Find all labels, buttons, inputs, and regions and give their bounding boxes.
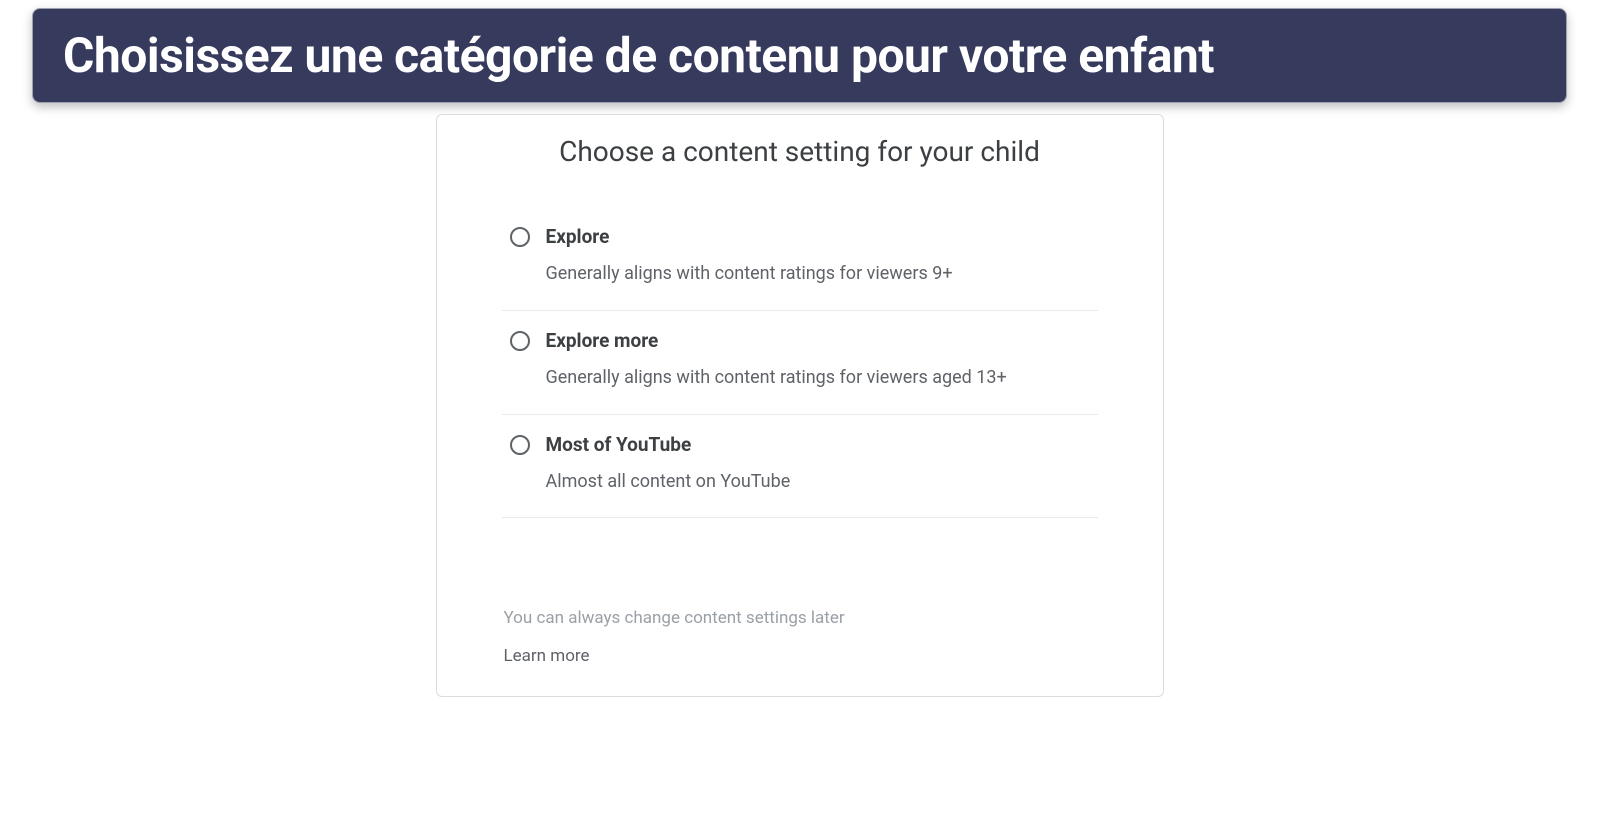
banner: Choisissez une catégorie de contenu pour… [32, 8, 1567, 103]
option-body: Explore Generally aligns with content ra… [546, 225, 1098, 288]
option-description: Generally aligns with content ratings fo… [546, 260, 1098, 288]
settings-card: Choose a content setting for your child … [436, 114, 1164, 697]
radio-icon[interactable] [510, 435, 530, 455]
footer-area: You can always change content settings l… [502, 608, 1098, 666]
option-most-of-youtube[interactable]: Most of YouTube Almost all content on Yo… [502, 415, 1098, 519]
radio-icon[interactable] [510, 227, 530, 247]
radio-icon[interactable] [510, 331, 530, 351]
option-body: Most of YouTube Almost all content on Yo… [546, 433, 1098, 496]
option-body: Explore more Generally aligns with conte… [546, 329, 1098, 392]
footer-text: You can always change content settings l… [504, 608, 1098, 628]
option-label: Explore more [546, 329, 1098, 352]
learn-more-link[interactable]: Learn more [504, 646, 1098, 666]
option-label: Most of YouTube [546, 433, 1098, 456]
card-title: Choose a content setting for your child [502, 133, 1098, 171]
option-explore[interactable]: Explore Generally aligns with content ra… [502, 207, 1098, 311]
option-description: Generally aligns with content ratings fo… [546, 364, 1098, 392]
option-description: Almost all content on YouTube [546, 468, 1098, 496]
option-label: Explore [546, 225, 1098, 248]
banner-title: Choisissez une catégorie de contenu pour… [63, 27, 1214, 84]
option-explore-more[interactable]: Explore more Generally aligns with conte… [502, 311, 1098, 415]
